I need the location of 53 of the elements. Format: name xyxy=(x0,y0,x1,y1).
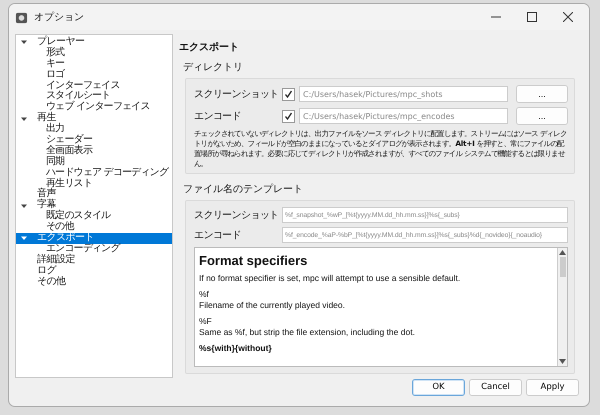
expand-arrow-icon[interactable] xyxy=(21,202,27,209)
group-title: ディレクトリ xyxy=(183,61,244,74)
app-icon xyxy=(15,10,28,24)
scroll-up-arrow-icon[interactable] xyxy=(559,250,566,255)
tree-item[interactable]: 既定のスタイル xyxy=(16,211,172,222)
field-label: スクリーンショット xyxy=(194,209,278,222)
scroll-down-arrow-icon[interactable] xyxy=(559,359,566,364)
tree-item[interactable]: エクスポート xyxy=(16,233,172,244)
dialog-button[interactable]: Cancel xyxy=(469,378,522,396)
tree-item[interactable]: プレーヤー xyxy=(16,37,172,48)
tree-item[interactable]: 同期 xyxy=(16,156,172,168)
tree-item[interactable]: ハードウェア デコーディング xyxy=(16,168,172,179)
browse-button[interactable]: ... xyxy=(516,85,568,103)
help-text: If no format specifier is set, mpc will attempt to use a sensible default. xyxy=(199,273,462,284)
tree-item[interactable]: エンコーディング xyxy=(16,244,172,255)
tree-item[interactable]: ログ xyxy=(16,266,172,277)
dialog-button[interactable]: OK xyxy=(412,378,465,396)
dialog-button[interactable]: Apply xyxy=(526,378,579,396)
specifier-code: %s{with}{without} xyxy=(199,343,273,354)
group-title: ファイル名のテンプレート xyxy=(183,182,304,196)
checkbox[interactable] xyxy=(282,88,295,100)
tree-item[interactable]: その他 xyxy=(16,222,172,234)
expand-arrow-icon[interactable] xyxy=(21,39,27,46)
specifier-description: Same as %f, but strip the file extension, including the dot. xyxy=(199,327,416,338)
tree-item[interactable]: インターフェイス xyxy=(16,80,172,92)
page-title: エクスポート xyxy=(179,41,240,54)
field-label: スクリーンショット xyxy=(194,88,278,101)
specifier-description: Filename of the currently played video. xyxy=(199,300,346,311)
scrollbar[interactable] xyxy=(557,248,567,366)
browse-button[interactable]: ... xyxy=(516,107,568,125)
tree-item[interactable]: 全画面表示 xyxy=(16,146,172,157)
help-heading: Format specifiers xyxy=(199,253,308,268)
close-icon[interactable] xyxy=(563,12,573,22)
maximize-icon[interactable] xyxy=(527,12,537,22)
scroll-thumb[interactable] xyxy=(560,257,566,277)
tree-item[interactable]: 出力 xyxy=(16,124,172,136)
specifier-code: %f xyxy=(199,289,210,300)
path-field[interactable]: C:/Users/hasek/Pictures/mpc_encodes xyxy=(299,108,508,124)
window-title: オプション xyxy=(34,10,84,24)
field-label: エンコード xyxy=(194,110,242,123)
path-field[interactable]: C:/Users/hasek/Pictures/mpc_shots xyxy=(299,86,508,102)
checkbox[interactable] xyxy=(282,110,295,122)
tree-item[interactable]: キー xyxy=(16,58,172,70)
tree-item[interactable]: 詳細設定 xyxy=(16,254,172,266)
tree-item[interactable]: 形式 xyxy=(16,48,172,59)
tree-item[interactable]: その他 xyxy=(16,276,172,288)
tree-item[interactable]: スタイルシート xyxy=(16,91,172,102)
specifier-code: %F xyxy=(199,316,213,327)
expand-arrow-icon[interactable] xyxy=(21,235,27,242)
tree-item[interactable]: シェーダー xyxy=(16,135,172,146)
tree-item[interactable]: ロゴ xyxy=(16,70,172,81)
field-label: エンコード xyxy=(194,229,242,242)
expand-arrow-icon[interactable] xyxy=(21,116,27,122)
